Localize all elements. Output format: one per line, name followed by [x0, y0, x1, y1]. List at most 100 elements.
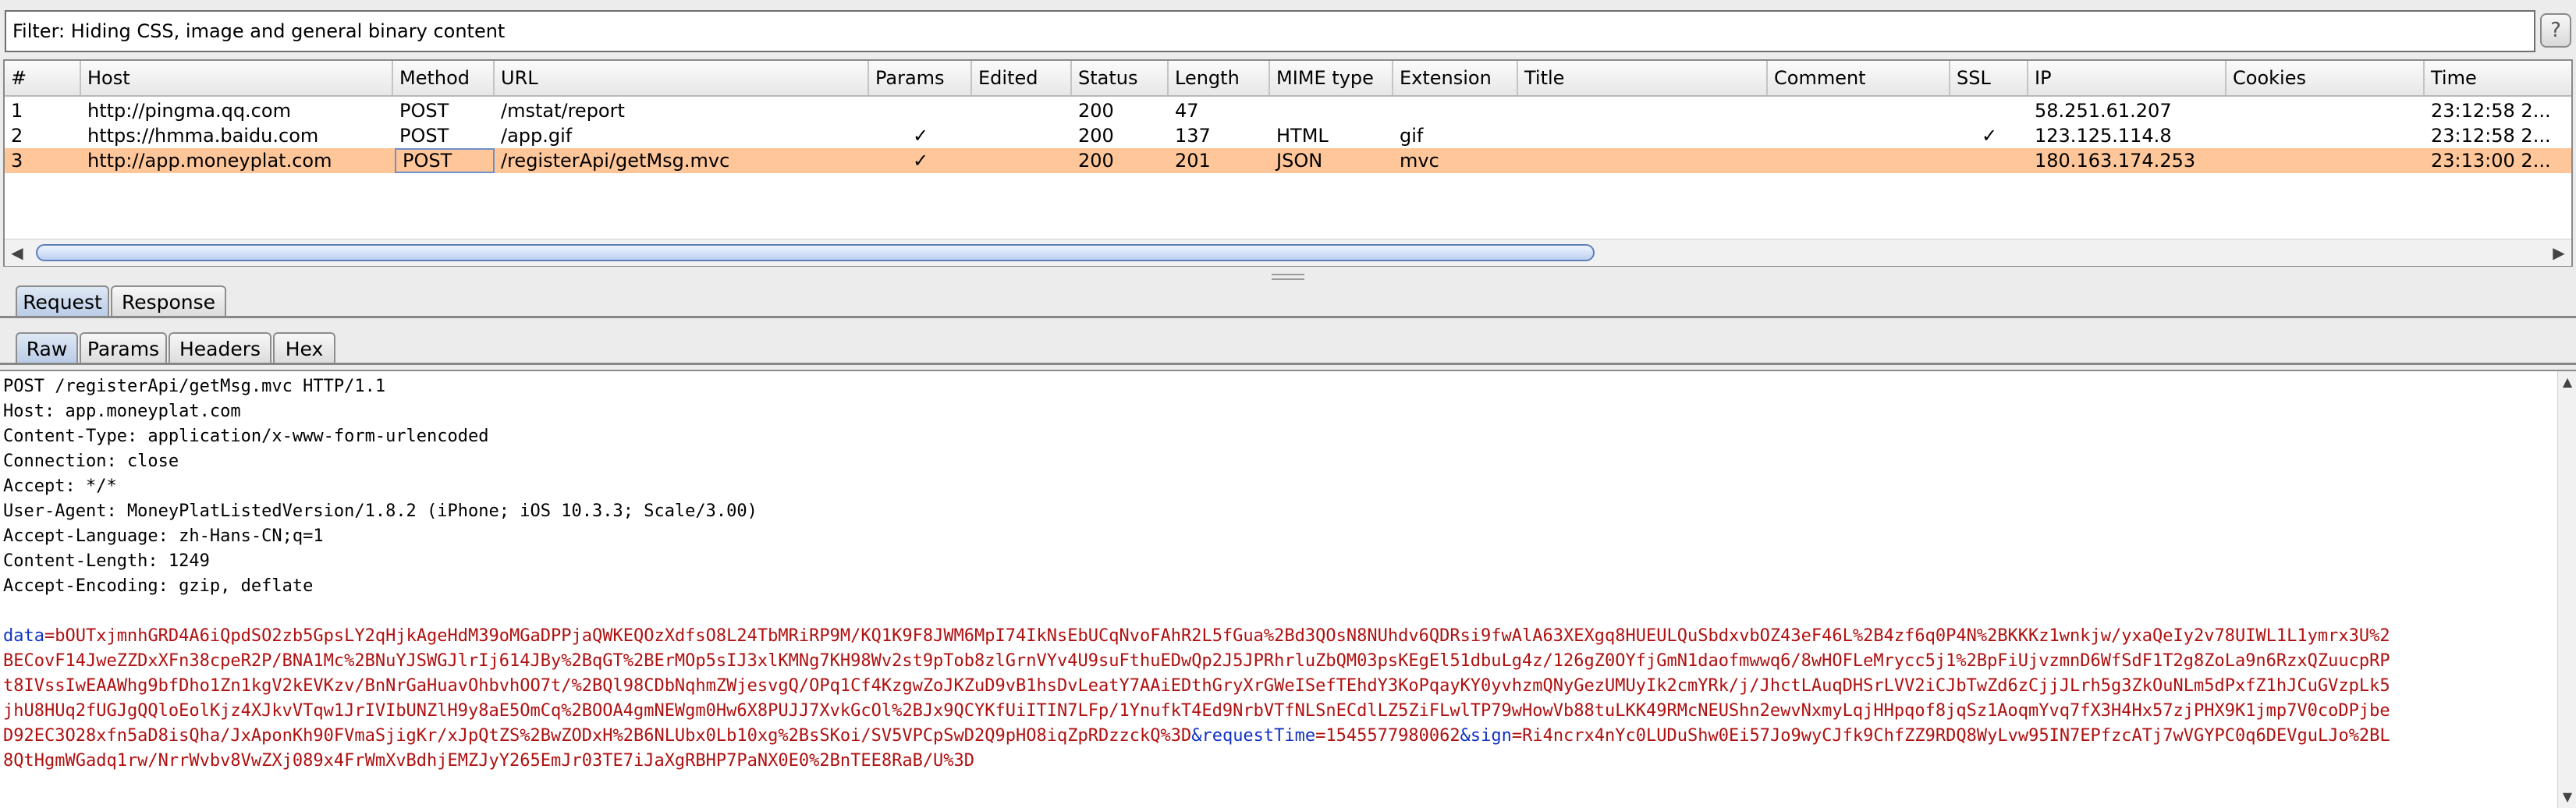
- param-value-data-end: D92EC3O28xfn5aD8isQha/JxAponKh90FVmaSjig…: [3, 726, 1192, 746]
- scrollbar-thumb[interactable]: [36, 244, 1595, 261]
- table-row-selected[interactable]: 3 http://app.moneyplat.com POST /registe…: [5, 148, 2571, 173]
- proxy-history-table[interactable]: # Host Method URL Params Edited Status L…: [3, 59, 2573, 267]
- cell-extension: mvc: [1400, 150, 1439, 172]
- cell-time: 23:12:58 2...: [2431, 125, 2551, 147]
- scroll-down-icon[interactable]: ▼: [2558, 788, 2576, 806]
- pane-splitter[interactable]: [0, 273, 2576, 281]
- scroll-right-icon[interactable]: ▶: [2548, 239, 2570, 266]
- scroll-up-icon[interactable]: ▲: [2558, 373, 2576, 392]
- cell-host: http://app.moneyplat.com: [87, 150, 332, 172]
- cell-length: 201: [1175, 150, 1211, 172]
- cell-ssl-check-icon: ✓: [1981, 125, 1998, 147]
- cell-method-focused[interactable]: POST: [395, 148, 495, 173]
- col-header-title[interactable]: Title: [1518, 61, 1768, 95]
- param-value-data: bOUTxjmnhGRD4A6iQpdSO2zb5GpsLY2qHjkAgeHd…: [55, 626, 2390, 646]
- header-line: Accept: */*: [3, 477, 117, 496]
- col-header-time[interactable]: Time: [2425, 61, 2571, 95]
- cell-status: 200: [1078, 125, 1114, 147]
- body-line: t8IVssIwEAAWhg9bfDho1Zn1kgV2kEVKzv/BnNrG…: [3, 676, 2390, 696]
- tab-hex[interactable]: Hex: [273, 332, 335, 363]
- tab-raw[interactable]: Raw: [16, 332, 78, 363]
- col-header-extension[interactable]: Extension: [1393, 61, 1518, 95]
- help-icon: ?: [2550, 19, 2561, 42]
- body-line: data=bOUTxjmnhGRD4A6iQpdSO2zb5GpsLY2qHjk…: [3, 624, 2554, 649]
- cell-params-check-icon: ✓: [912, 125, 929, 147]
- cell-ip: 123.125.114.8: [2035, 125, 2172, 147]
- cell-url: /mstat/report: [501, 100, 625, 122]
- cell-length: 137: [1175, 125, 1211, 147]
- col-header-ssl[interactable]: SSL: [1950, 61, 2028, 95]
- cell-mime: [1270, 98, 1393, 123]
- tab-request[interactable]: Request: [16, 285, 109, 317]
- cell-host: http://pingma.qq.com: [87, 100, 291, 122]
- col-header-cookies[interactable]: Cookies: [2227, 61, 2425, 95]
- cell-length: 47: [1175, 100, 1199, 122]
- filter-help-button[interactable]: ?: [2540, 13, 2571, 48]
- table-row[interactable]: 2 https://hmma.baidu.com POST /app.gif ✓…: [5, 123, 2571, 148]
- col-header-params[interactable]: Params: [869, 61, 972, 95]
- body-line: 8QtHgmWGadq1rw/NrrWvbv8VwZXj089x4FrWmXvB…: [3, 751, 975, 771]
- col-header-number[interactable]: #: [5, 61, 81, 95]
- param-key-sign: sign: [1470, 726, 1512, 746]
- cell-number: 3: [11, 150, 23, 172]
- body-line: BECovF14JweZZDxXFn38cpeR2P/BNA1Mc%2BNuYJ…: [3, 651, 2390, 671]
- body-line: jhU8HUq2fUGJgQQloEolKjz4XJkvVTqw1JrIVIbU…: [3, 701, 2390, 721]
- message-tabs: Request Response: [0, 282, 2576, 318]
- cell-status: 200: [1078, 100, 1114, 122]
- col-header-ip[interactable]: IP: [2028, 61, 2227, 95]
- tab-params[interactable]: Params: [80, 332, 167, 363]
- cell-ip: 58.251.61.207: [2035, 100, 2172, 122]
- param-eq: =: [1511, 726, 1523, 746]
- table-horizontal-scrollbar[interactable]: ◀ ▶: [5, 239, 2571, 266]
- col-header-length[interactable]: Length: [1169, 61, 1270, 95]
- header-line: Host: app.moneyplat.com: [3, 402, 241, 421]
- editor-vertical-scrollbar[interactable]: ▲ ▼: [2557, 371, 2576, 808]
- param-eq: =: [44, 626, 55, 646]
- param-key-request-time: requestTime: [1201, 726, 1316, 746]
- table-row[interactable]: 1 http://pingma.qq.com POST /mstat/repor…: [5, 98, 2571, 123]
- tab-headers[interactable]: Headers: [169, 332, 271, 363]
- cell-method: POST: [399, 125, 449, 147]
- col-header-edited[interactable]: Edited: [972, 61, 1072, 95]
- param-value-sign: Ri4ncrx4nYc0LUDuShw0Ei57Jo9wyCJfk9ChfZZ9…: [1522, 726, 2390, 746]
- raw-message-text[interactable]: POST /registerApi/getMsg.mvc HTTP/1.1 Hos…: [3, 374, 2554, 774]
- header-line: Connection: close: [3, 452, 179, 471]
- col-header-status[interactable]: Status: [1072, 61, 1169, 95]
- cell-url: /app.gif: [501, 125, 573, 147]
- param-amp: &: [1460, 726, 1471, 746]
- cell-host: https://hmma.baidu.com: [87, 125, 319, 147]
- cell-method: POST: [399, 100, 449, 122]
- header-line: Accept-Language: zh-Hans-CN;q=1: [3, 526, 324, 546]
- scroll-left-icon[interactable]: ◀: [6, 239, 28, 266]
- header-line: Accept-Encoding: gzip, deflate: [3, 576, 314, 596]
- cell-mime: HTML: [1276, 125, 1329, 147]
- cell-ip: 180.163.174.253: [2035, 150, 2196, 172]
- param-value-request-time: 1545577980062: [1325, 726, 1460, 746]
- cell-extension: [1393, 98, 1518, 123]
- cell-ssl-check-icon: [1950, 148, 2028, 173]
- cell-status: 200: [1078, 150, 1114, 172]
- cell-url: /registerApi/getMsg.mvc: [501, 150, 730, 172]
- cell-number: 1: [11, 100, 23, 122]
- header-line: Content-Type: application/x-www-form-url…: [3, 427, 489, 446]
- cell-params-check-icon: ✓: [912, 150, 929, 172]
- splitter-grip-icon[interactable]: [1272, 274, 1304, 280]
- col-header-mime-type[interactable]: MIME type: [1270, 61, 1393, 95]
- col-header-comment[interactable]: Comment: [1768, 61, 1950, 95]
- col-header-method[interactable]: Method: [393, 61, 495, 95]
- cell-time: 23:13:00 2...: [2431, 150, 2551, 172]
- filter-text: Filter: Hiding CSS, image and general bi…: [12, 20, 506, 42]
- param-eq: =: [1315, 726, 1326, 746]
- tabbar-divider: [0, 363, 2576, 365]
- request-line: POST /registerApi/getMsg.mvc HTTP/1.1: [3, 377, 386, 396]
- tab-response[interactable]: Response: [111, 285, 226, 317]
- raw-message-editor[interactable]: POST /registerApi/getMsg.mvc HTTP/1.1 Hos…: [0, 370, 2576, 808]
- filter-bar[interactable]: Filter: Hiding CSS, image and general bi…: [5, 10, 2535, 52]
- body-line: D92EC3O28xfn5aD8isQha/JxAponKh90FVmaSjig…: [3, 724, 2554, 749]
- cell-params-check-icon: [869, 98, 972, 123]
- cell-extension: gif: [1400, 125, 1424, 147]
- view-tabs: Raw Params Headers Hex: [0, 329, 2576, 365]
- col-header-url[interactable]: URL: [495, 61, 869, 95]
- col-header-host[interactable]: Host: [81, 61, 393, 95]
